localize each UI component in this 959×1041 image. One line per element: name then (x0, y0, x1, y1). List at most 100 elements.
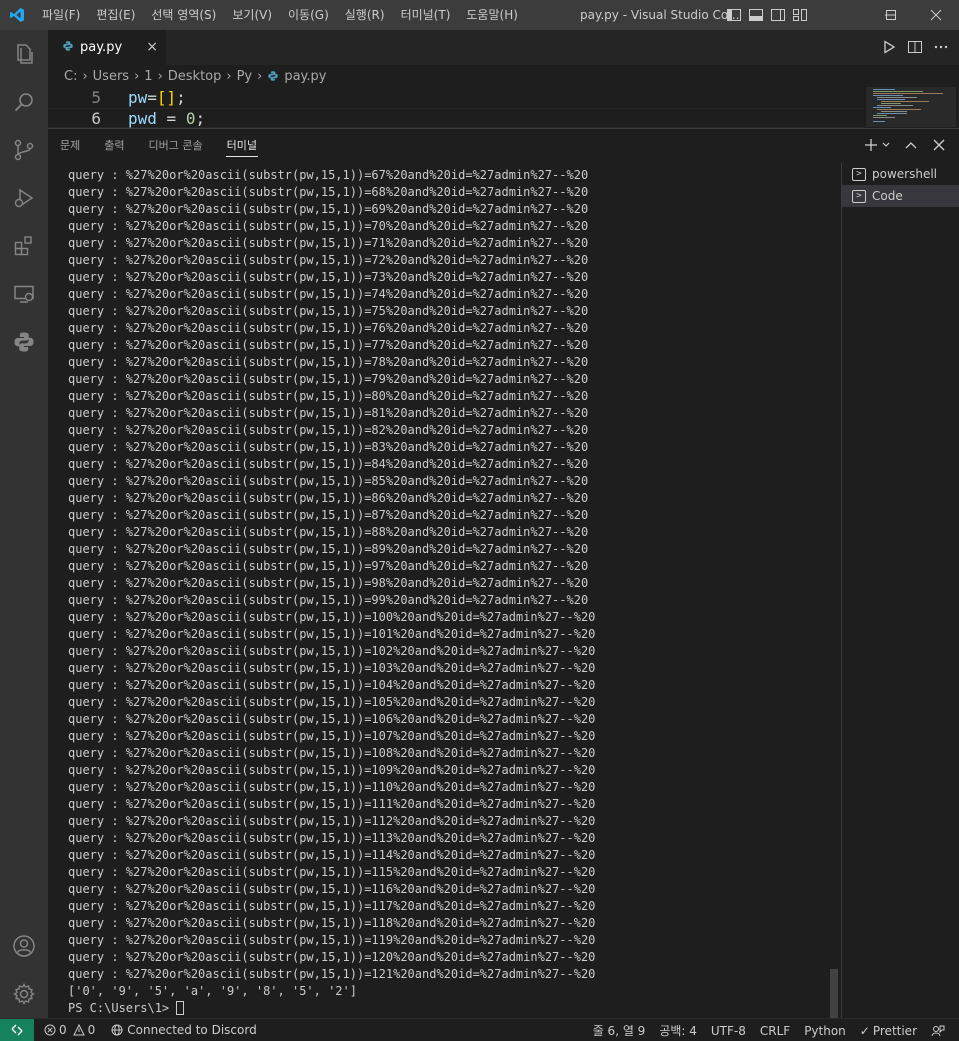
menu-terminal[interactable]: 터미널(T) (393, 0, 459, 30)
terminal-line: query : %27%20or%20ascii(substr(pw,15,1)… (68, 185, 589, 199)
terminal-line: ['0', '9', '5', 'a', '9', '8', '5', '2'] (68, 984, 357, 998)
terminal-line: query : %27%20or%20ascii(substr(pw,15,1)… (68, 372, 589, 386)
terminal-line: query : %27%20or%20ascii(substr(pw,15,1)… (68, 236, 589, 250)
terminal-line: query : %27%20or%20ascii(substr(pw,15,1)… (68, 763, 596, 777)
panel-actions (863, 137, 947, 157)
extensions-icon[interactable] (0, 222, 48, 270)
maximize-icon[interactable] (868, 0, 914, 30)
customize-layout-icon[interactable] (792, 7, 808, 23)
terminal-line: query : %27%20or%20ascii(substr(pw,15,1)… (68, 576, 589, 590)
terminal-lines: query : %27%20or%20ascii(substr(pw,15,1)… (68, 167, 808, 1000)
terminal-line: query : %27%20or%20ascii(substr(pw,15,1)… (68, 729, 596, 743)
maximize-panel-icon[interactable] (903, 137, 919, 157)
terminal-line: query : %27%20or%20ascii(substr(pw,15,1)… (68, 559, 589, 573)
split-editor-icon[interactable] (907, 39, 923, 55)
toggle-secondary-sidebar-icon[interactable] (770, 7, 786, 23)
terminal-line: query : %27%20or%20ascii(substr(pw,15,1)… (68, 746, 596, 760)
terminal-line: query : %27%20or%20ascii(substr(pw,15,1)… (68, 457, 589, 471)
globe-icon (111, 1024, 123, 1036)
terminal-item-label: powershell (872, 167, 937, 181)
terminal-line: query : %27%20or%20ascii(substr(pw,15,1)… (68, 253, 589, 267)
terminal-line: query : %27%20or%20ascii(substr(pw,15,1)… (68, 423, 589, 437)
toggle-panel-icon[interactable] (748, 7, 764, 23)
minimap[interactable] (865, 87, 945, 128)
prettier-status[interactable]: ✓ Prettier (860, 1024, 917, 1038)
warning-count: 0 (87, 1023, 96, 1037)
terminal-line: query : %27%20or%20ascii(substr(pw,15,1)… (68, 627, 596, 641)
menu-edit[interactable]: 편집(E) (88, 0, 143, 30)
terminal-scrollbar[interactable] (830, 969, 838, 1019)
terminal-line: query : %27%20or%20ascii(substr(pw,15,1)… (68, 355, 589, 369)
tab-debug-console[interactable]: 디버그 콘솔 (137, 129, 215, 163)
vscode-logo-icon (0, 0, 34, 30)
breadcrumb-item[interactable]: 1 (144, 69, 152, 84)
terminal-prompt: PS C:\Users\1> (68, 1001, 177, 1015)
remote-explorer-icon[interactable] (0, 270, 48, 318)
terminal-line: query : %27%20or%20ascii(substr(pw,15,1)… (68, 168, 589, 182)
more-actions-icon[interactable] (933, 39, 949, 55)
breadcrumb-item[interactable]: Py (237, 69, 253, 84)
files-icon[interactable] (0, 30, 48, 78)
breadcrumb-item[interactable]: Desktop (168, 69, 222, 84)
feedback-icon[interactable] (931, 1024, 945, 1038)
menu-run[interactable]: 실행(R) (337, 0, 393, 30)
terminal-line: query : %27%20or%20ascii(substr(pw,15,1)… (68, 831, 596, 845)
toggle-sidebar-icon[interactable] (726, 7, 742, 23)
close-window-icon[interactable] (913, 0, 959, 30)
terminal-line: query : %27%20or%20ascii(substr(pw,15,1)… (68, 865, 596, 879)
new-terminal-icon[interactable] (863, 137, 879, 157)
menu-help[interactable]: 도움말(H) (458, 0, 526, 30)
tab-problems[interactable]: 문제 (48, 129, 92, 163)
indentation[interactable]: 공백: 4 (659, 1022, 697, 1039)
source-control-icon[interactable] (0, 126, 48, 174)
remote-indicator-icon[interactable] (0, 1018, 34, 1041)
terminal-line: query : %27%20or%20ascii(substr(pw,15,1)… (68, 933, 596, 947)
chevron-right-icon: › (226, 68, 232, 84)
code-editor[interactable]: 5 pw=[]; 6 pwd = 0; (48, 87, 959, 128)
terminal-item-label: Code (872, 189, 903, 203)
prettier-label: Prettier (872, 1023, 917, 1038)
terminal-line: query : %27%20or%20ascii(substr(pw,15,1)… (68, 814, 596, 828)
tab-output[interactable]: 출력 (92, 129, 136, 163)
discord-status[interactable]: Connected to Discord (111, 1023, 257, 1037)
language-mode[interactable]: Python (804, 1024, 846, 1038)
breadcrumb: C: › Users › 1 › Desktop › Py › pay.py (48, 65, 959, 87)
search-icon[interactable] (0, 78, 48, 126)
run-debug-icon[interactable] (0, 174, 48, 222)
chevron-down-icon[interactable] (881, 137, 891, 157)
terminal-output[interactable]: query : %27%20or%20ascii(substr(pw,15,1)… (68, 167, 808, 1017)
line-number: 5 (91, 87, 101, 107)
tab-terminal[interactable]: 터미널 (215, 129, 269, 163)
terminal-line: query : %27%20or%20ascii(substr(pw,15,1)… (68, 882, 596, 896)
terminal-line: query : %27%20or%20ascii(substr(pw,15,1)… (68, 440, 589, 454)
menu-file[interactable]: 파일(F) (34, 0, 88, 30)
terminal-line: query : %27%20or%20ascii(substr(pw,15,1)… (68, 695, 596, 709)
terminal-line: query : %27%20or%20ascii(substr(pw,15,1)… (68, 287, 589, 301)
terminal-item-powershell[interactable]: > powershell (842, 163, 959, 185)
account-icon[interactable] (0, 922, 48, 970)
terminal-line: query : %27%20or%20ascii(substr(pw,15,1)… (68, 219, 589, 233)
menu-selection[interactable]: 선택 영역(S) (143, 0, 224, 30)
chevron-right-icon: › (82, 68, 88, 84)
menu-view[interactable]: 보기(V) (224, 0, 280, 30)
breadcrumb-item[interactable]: pay.py (284, 69, 326, 84)
terminal-item-code[interactable]: > Code (842, 185, 959, 207)
python-icon[interactable] (0, 318, 48, 366)
tab-pay-py[interactable]: pay.py × (48, 30, 166, 65)
terminal-line: query : %27%20or%20ascii(substr(pw,15,1)… (68, 338, 589, 352)
menu-go[interactable]: 이동(G) (280, 0, 337, 30)
run-file-icon[interactable] (881, 39, 897, 55)
end-of-line[interactable]: CRLF (760, 1024, 790, 1038)
problems-status[interactable]: 0 0 (44, 1023, 95, 1037)
encoding[interactable]: UTF-8 (711, 1024, 746, 1038)
terminal-prompt-line[interactable]: PS C:\Users\1> (68, 1000, 808, 1017)
close-panel-icon[interactable] (931, 137, 947, 157)
breadcrumb-item[interactable]: Users (93, 69, 129, 84)
breadcrumb-item[interactable]: C: (64, 69, 77, 84)
discord-label: Connected to Discord (127, 1023, 257, 1037)
cursor-position[interactable]: 줄 6, 열 9 (593, 1022, 646, 1039)
settings-gear-icon[interactable] (0, 970, 48, 1018)
error-count: 0 (59, 1023, 67, 1037)
close-tab-icon[interactable]: × (146, 39, 158, 55)
chevron-right-icon: › (257, 68, 263, 84)
